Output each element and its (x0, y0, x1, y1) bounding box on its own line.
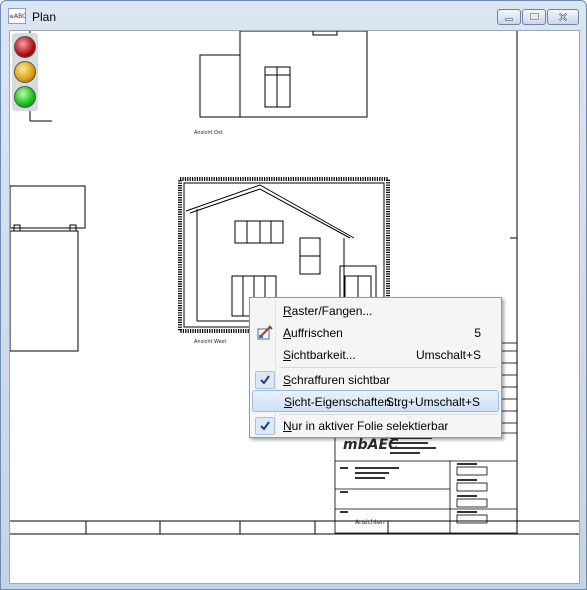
yellow-light-icon (14, 61, 36, 83)
menu-item-shortcut: 5 (474, 326, 481, 340)
context-menu: Raster/Fangen... Auffrischen 5 Sichtbark… (249, 297, 502, 438)
menu-item-shortcut: Strg+Umschalt+S (385, 395, 480, 409)
menu-item-nur-aktive-folie[interactable]: Nur in aktiver Folie selektierbar (252, 415, 499, 437)
menu-item-label: Raster/Fangen... (283, 304, 373, 318)
minimize-icon (505, 18, 513, 21)
menu-item-label: Sichtbarkeit... (283, 348, 356, 362)
close-icon (558, 12, 568, 22)
menu-item-label: Sicht-Eigenschaften... (284, 395, 401, 409)
titleblock-logo: mbAEC (343, 437, 399, 453)
menu-item-schraffuren-sichtbar[interactable]: Schraffuren sichtbar (252, 369, 499, 391)
view-label-west: Ansicht West (194, 339, 226, 345)
refresh-brush-icon (255, 324, 275, 342)
maximize-button[interactable] (522, 9, 546, 25)
menu-item-label: Nur in aktiver Folie selektierbar (283, 419, 449, 433)
red-light-icon (14, 36, 36, 58)
titleblock-view-label: Ansichten (355, 519, 385, 526)
title-bar[interactable]: ≡ABC Plan (1, 1, 586, 28)
app-icon[interactable]: ≡ABC (8, 8, 26, 24)
menu-item-auffrischen[interactable]: Auffrischen 5 (252, 322, 499, 344)
menu-item-label: Schraffuren sichtbar (283, 373, 391, 387)
window-title: Plan (32, 10, 57, 24)
menu-item-sichtbarkeit[interactable]: Sichtbarkeit... Umschalt+S (252, 344, 499, 366)
menu-item-sicht-eigenschaften[interactable]: Sicht-Eigenschaften... Strg+Umschalt+S (252, 390, 499, 412)
view-label-east: Ansicht Ost (194, 130, 223, 136)
maximize-icon (529, 12, 540, 21)
check-icon (255, 417, 275, 435)
green-light-icon (14, 86, 36, 108)
check-icon (255, 371, 275, 389)
close-button[interactable] (547, 9, 579, 25)
plan-window: ≡ABC Plan Ansicht Ost Ansicht West Ansic… (0, 0, 587, 590)
minimize-button[interactable] (497, 9, 521, 25)
menu-item-shortcut: Umschalt+S (415, 348, 481, 362)
traffic-light-indicator[interactable] (12, 33, 38, 111)
menu-item-raster-fangen[interactable]: Raster/Fangen... (252, 300, 499, 322)
menu-item-label: Auffrischen (283, 326, 343, 340)
menu-separator (279, 367, 497, 368)
